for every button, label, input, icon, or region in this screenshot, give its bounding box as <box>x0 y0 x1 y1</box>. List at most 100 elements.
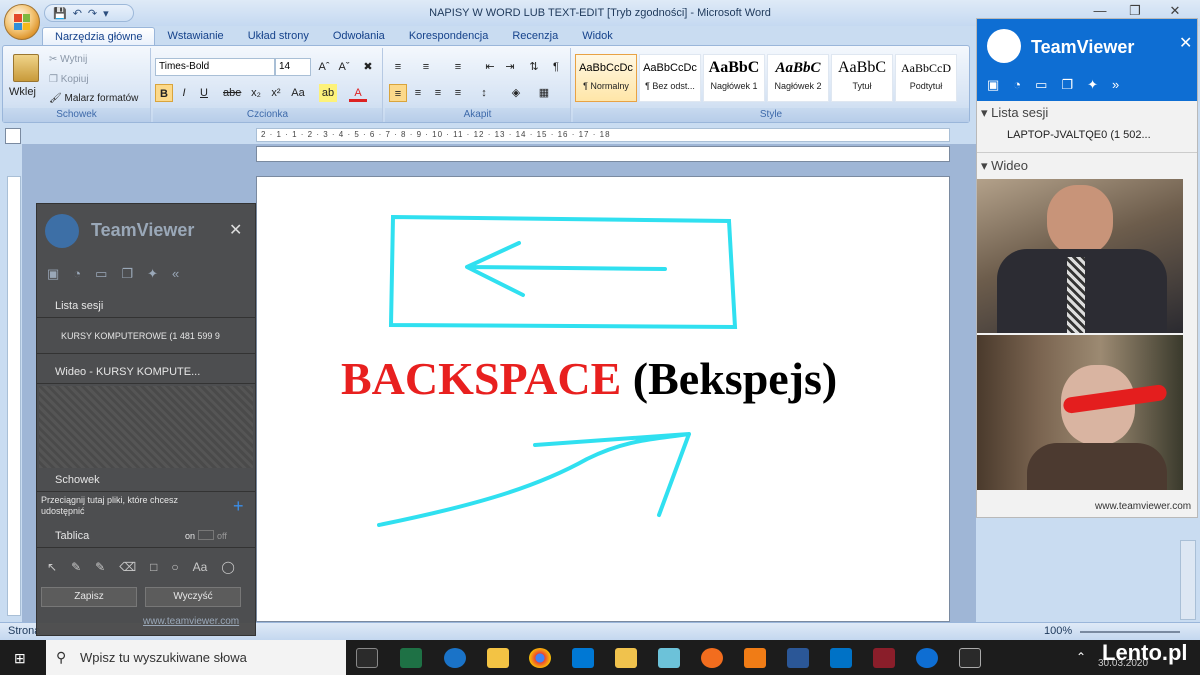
align-left-button[interactable]: ≡ <box>389 84 407 102</box>
pen-icon[interactable]: ✎ <box>71 560 81 574</box>
store-icon[interactable] <box>572 648 594 668</box>
cut-button[interactable]: ✂ Wytnij <box>49 54 87 65</box>
customize-icon[interactable]: ▾ <box>103 7 109 20</box>
style-subtitle[interactable]: AaBbCcD Podtytuł <box>895 54 957 102</box>
tray-chevron-icon[interactable]: ⌃ <box>1076 650 1086 664</box>
borders-button[interactable]: ▦ <box>535 84 553 102</box>
style-title[interactable]: AaBbC Tytuł <box>831 54 893 102</box>
copy-button[interactable]: ❐ Kopiuj <box>49 74 89 85</box>
superscript-button[interactable]: x² <box>267 84 285 102</box>
show-marks-button[interactable]: ¶ <box>547 58 565 76</box>
tools-icon[interactable]: ✦ <box>147 266 158 282</box>
excel-icon[interactable] <box>400 648 422 668</box>
folder-icon[interactable] <box>615 648 637 668</box>
bullets-button[interactable]: ≡ <box>389 58 407 76</box>
decrease-indent-button[interactable]: ⇤ <box>481 58 499 76</box>
style-normal[interactable]: AaBbCcDc ¶ Normalny <box>575 54 637 102</box>
file-explorer-icon[interactable] <box>487 648 509 668</box>
app-icon[interactable] <box>658 648 680 668</box>
italic-button[interactable]: I <box>175 84 193 102</box>
clear-format-button[interactable]: ✖ <box>359 58 377 76</box>
underline-button[interactable]: U <box>195 84 213 102</box>
whiteboard-toggle[interactable] <box>198 530 214 540</box>
paste-icon[interactable] <box>13 54 39 82</box>
shrink-font-button[interactable]: Aˇ <box>335 58 353 76</box>
files-icon[interactable]: ❐ <box>1061 77 1073 93</box>
increase-indent-button[interactable]: ⇥ <box>501 58 519 76</box>
align-right-button[interactable]: ≡ <box>429 84 447 102</box>
horizontal-ruler[interactable]: 2 · 1 · 1 · 2 · 3 · 4 · 5 · 6 · 7 · 8 · … <box>256 128 950 142</box>
grow-font-button[interactable]: Aˆ <box>315 58 333 76</box>
multilevel-list-button[interactable]: ≡ <box>449 58 467 76</box>
session-item[interactable]: LAPTOP-JVALTQE0 (1 502... <box>1007 129 1151 141</box>
strikethrough-button[interactable]: abe <box>223 84 241 102</box>
teamviewer-taskbar-icon[interactable] <box>916 648 938 668</box>
collapse-icon[interactable]: « <box>172 266 179 282</box>
pointer-icon[interactable]: ↖ <box>47 560 57 574</box>
sort-button[interactable]: ⇅ <box>525 58 543 76</box>
redo-icon[interactable]: ↷ <box>88 7 97 20</box>
video-header[interactable]: ▾ Wideo <box>981 158 1028 174</box>
tools-icon[interactable]: ✦ <box>1087 77 1098 93</box>
save-button[interactable]: Zapisz <box>41 587 137 607</box>
word-icon[interactable] <box>787 648 809 668</box>
vlc-icon[interactable] <box>744 648 766 668</box>
add-file-icon[interactable]: + <box>233 496 244 517</box>
vertical-scrollbar[interactable] <box>1180 540 1196 620</box>
start-icon[interactable]: ⊞ <box>14 650 26 667</box>
rectangle-icon[interactable]: □ <box>150 560 157 574</box>
change-case-button[interactable]: Aa <box>289 84 307 102</box>
circle-icon[interactable]: ○ <box>171 560 178 574</box>
chrome-icon[interactable] <box>529 648 551 668</box>
tab-page-layout[interactable]: Układ strony <box>236 27 321 46</box>
media-icon[interactable] <box>873 648 895 668</box>
tab-mailings[interactable]: Korespondencja <box>397 27 501 46</box>
paste-button[interactable]: Wklej <box>9 86 36 98</box>
style-heading-1[interactable]: AaBbC Nagłówek 1 <box>703 54 765 102</box>
video-icon[interactable]: ▣ <box>47 266 59 282</box>
align-center-button[interactable]: ≡ <box>409 84 427 102</box>
teamviewer-link[interactable]: www.teamviewer.com <box>1095 501 1191 512</box>
subscript-button[interactable]: x₂ <box>247 84 265 102</box>
eraser-icon[interactable]: ⌫ <box>119 560 136 574</box>
edge-icon[interactable] <box>444 648 466 668</box>
files-icon[interactable]: ❐ <box>121 266 133 282</box>
text-icon[interactable]: Aa <box>193 560 208 574</box>
clear-button[interactable]: Wyczyść <box>145 587 241 607</box>
session-list-header[interactable]: Lista sesji <box>37 296 255 318</box>
expand-icon[interactable]: » <box>1112 77 1119 93</box>
save-icon[interactable]: 💾 <box>53 7 67 20</box>
numbering-button[interactable]: ≡ <box>417 58 435 76</box>
font-size-select[interactable]: 14 <box>275 58 311 76</box>
tab-view[interactable]: Widok <box>570 27 625 46</box>
highlighter-icon[interactable]: ✎ <box>95 560 105 574</box>
taskbar-search-input[interactable]: Wpisz tu wyszukiwane słowa <box>46 640 346 675</box>
shading-button[interactable]: ◈ <box>507 84 525 102</box>
tab-selector[interactable] <box>5 128 21 144</box>
task-view-icon[interactable] <box>356 648 378 668</box>
zoom-slider[interactable] <box>1080 631 1180 633</box>
firefox-icon[interactable] <box>701 648 723 668</box>
justify-button[interactable]: ≡ <box>449 84 467 102</box>
headset-icon[interactable]: ◔ <box>1013 77 1021 93</box>
headset-icon[interactable]: ◔ <box>73 266 81 282</box>
teamviewer-link[interactable]: www.teamviewer.com <box>143 616 239 627</box>
zoom-level[interactable]: 100% <box>1044 625 1072 637</box>
tab-home[interactable]: Narzędzia główne <box>42 27 156 46</box>
tab-references[interactable]: Odwołania <box>321 27 397 46</box>
office-button[interactable] <box>4 4 40 40</box>
close-icon[interactable]: ✕ <box>229 220 242 240</box>
tab-insert[interactable]: Wstawianie <box>155 27 235 46</box>
chat-icon[interactable]: ▭ <box>1035 77 1047 93</box>
clipboard-header[interactable]: Schowek <box>37 470 255 492</box>
bubble-icon[interactable]: ◯ <box>221 560 234 574</box>
font-color-button[interactable]: A <box>349 84 367 102</box>
style-heading-2[interactable]: AaBbC Nagłówek 2 <box>767 54 829 102</box>
line-spacing-button[interactable]: ↕ <box>475 84 493 102</box>
session-list-header[interactable]: ▾ Lista sesji <box>981 105 1048 121</box>
video-icon[interactable]: ▣ <box>987 77 999 93</box>
tab-review[interactable]: Recenzja <box>500 27 570 46</box>
close-icon[interactable]: ✕ <box>1179 33 1192 53</box>
session-item[interactable]: KURSY KOMPUTEROWE (1 481 599 9 <box>37 320 255 354</box>
font-name-select[interactable]: Times-Bold <box>155 58 275 76</box>
